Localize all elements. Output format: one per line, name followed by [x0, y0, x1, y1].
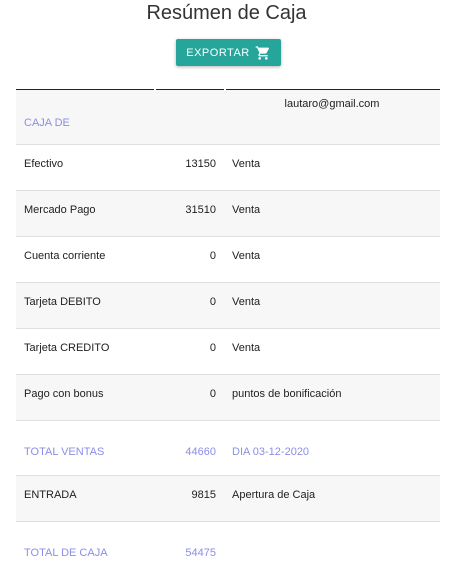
row-label: Tarjeta DEBITO [24, 296, 101, 308]
row-note: Venta [232, 204, 261, 216]
row-label: Efectivo [24, 158, 64, 170]
total-caja-label: TOTAL DE CAJA [24, 547, 108, 559]
table-row: Tarjeta CREDITO 0 Venta [16, 329, 440, 375]
row-amount: 31510 [185, 204, 216, 216]
table-row: Tarjeta DEBITO 0 Venta [16, 283, 440, 329]
row-label: Mercado Pago [24, 204, 96, 216]
row-amount: 0 [209, 250, 216, 262]
entrada-note: Apertura de Caja [232, 489, 316, 501]
page-title: Resúmen de Caja [146, 2, 307, 24]
row-note: Venta [232, 342, 261, 354]
row-amount: 13150 [185, 158, 216, 170]
row-label: Pago con bonus [24, 388, 104, 400]
row-note: Venta [232, 158, 261, 170]
row-note: Venta [232, 250, 261, 262]
table-row-total-ventas: TOTAL VENTAS 44660 DIA 03-12-2020 [16, 421, 440, 476]
total-ventas-label: TOTAL VENTAS [24, 446, 105, 458]
row-amount: 0 [209, 296, 216, 308]
cash-summary-table: lautaro@gmail.com CAJA DE Efectivo 13150… [16, 89, 440, 576]
total-caja-amount: 54475 [185, 547, 216, 559]
export-button[interactable]: EXPORTAR [176, 39, 281, 66]
table-row: Cuenta corriente 0 Venta [16, 237, 440, 283]
table-row-entrada: ENTRADA 9815 Apertura de Caja [16, 476, 440, 522]
table-row: Efectivo 13150 Venta [16, 145, 440, 191]
total-ventas-date: DIA 03-12-2020 [232, 446, 310, 458]
row-label: Cuenta corriente [24, 250, 106, 262]
total-ventas-amount: 44660 [185, 446, 216, 458]
entrada-label: ENTRADA [24, 489, 77, 501]
table-row: Pago con bonus 0 puntos de bonificación [16, 375, 440, 421]
table-row: Mercado Pago 31510 Venta [16, 191, 440, 237]
caja-de-label: CAJA DE [24, 117, 70, 129]
row-note: Venta [232, 296, 261, 308]
entrada-amount: 9815 [191, 489, 216, 501]
cart-icon [255, 45, 269, 60]
row-note: puntos de bonificación [232, 388, 342, 400]
export-button-label: EXPORTAR [186, 46, 250, 59]
table-row-total-caja: TOTAL DE CAJA 54475 [16, 522, 440, 576]
table-row-caja-de: lautaro@gmail.com CAJA DE [16, 90, 440, 145]
row-label: Tarjeta CREDITO [24, 342, 110, 354]
user-email: lautaro@gmail.com [284, 98, 380, 110]
row-amount: 0 [209, 342, 216, 354]
row-amount: 0 [209, 388, 216, 400]
